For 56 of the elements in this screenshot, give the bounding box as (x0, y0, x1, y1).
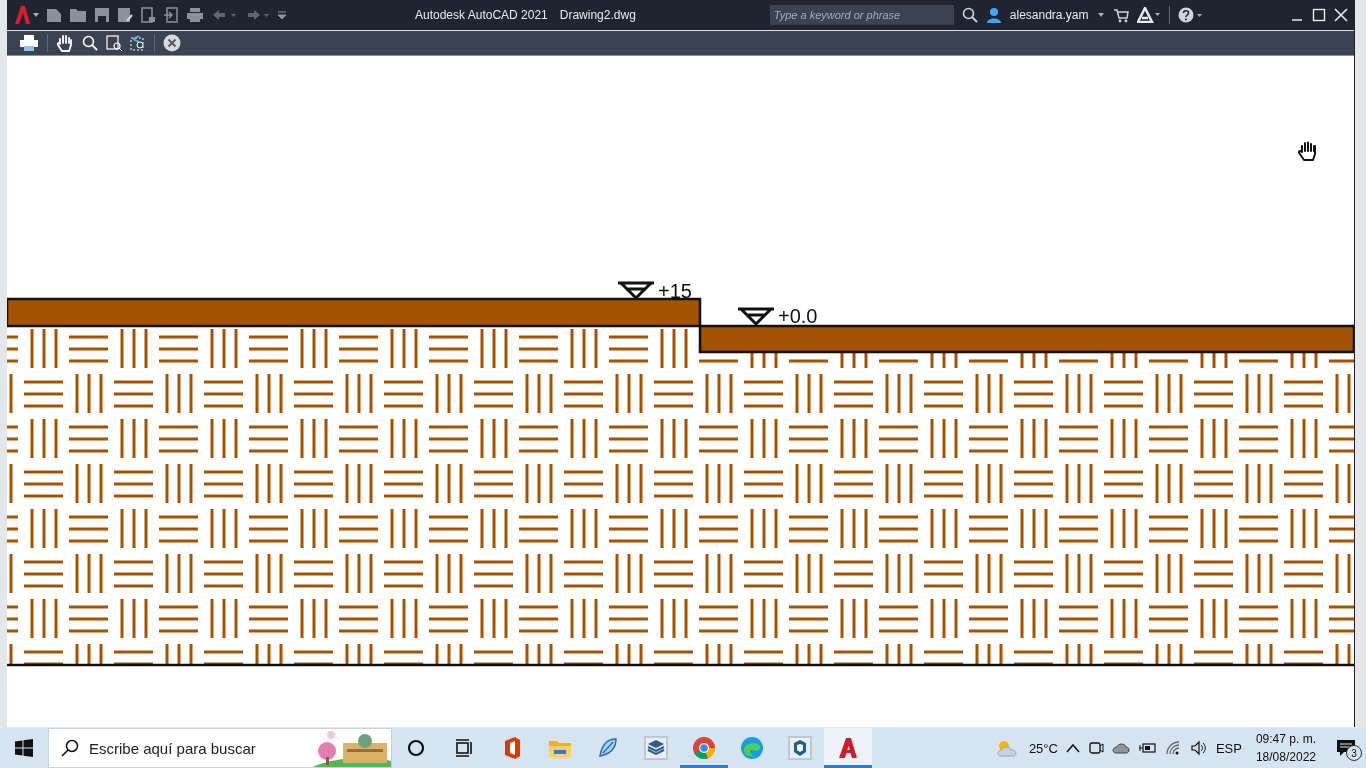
zoom-previous-icon[interactable] (130, 35, 146, 51)
palace-illustration-icon (313, 729, 391, 767)
open-folder-icon[interactable] (69, 7, 87, 23)
zoom-window-icon[interactable] (106, 35, 122, 51)
user-name[interactable]: alesandra.yam (1009, 8, 1089, 22)
print-icon[interactable] (19, 34, 39, 52)
clock-date: 18/08/2022 (1255, 749, 1316, 766)
app-title: Autodesk AutoCAD 2021 (415, 8, 548, 22)
level-marker-icon (616, 281, 656, 301)
camera-icon[interactable] (1087, 740, 1104, 756)
cart-icon[interactable] (1112, 7, 1129, 23)
help-icon[interactable] (1177, 7, 1204, 23)
level-label: +15 (658, 280, 692, 302)
notification-count: 3 (1346, 745, 1362, 761)
document-name: Drawing2.dwg (559, 8, 636, 22)
search-field[interactable]: Type a keyword or phrase (769, 5, 954, 25)
new-file-icon[interactable] (46, 7, 62, 23)
layers-icon[interactable] (644, 736, 668, 760)
pan-hand-icon[interactable] (56, 34, 74, 52)
autocad-icon[interactable] (836, 736, 860, 760)
office-icon[interactable] (502, 736, 522, 760)
chevron-up-icon[interactable] (1065, 743, 1080, 753)
circle-icon[interactable] (406, 738, 426, 758)
chrome-icon[interactable] (692, 736, 716, 760)
wifi-icon[interactable] (1163, 740, 1182, 756)
temperature[interactable]: 25°C (1028, 740, 1058, 756)
user-icon[interactable] (985, 7, 1002, 23)
folder-icon[interactable] (548, 738, 572, 758)
speaker-icon[interactable] (1189, 740, 1208, 756)
autodesk-a-icon[interactable] (1136, 7, 1161, 23)
battery-icon[interactable] (1137, 741, 1156, 755)
document-icon[interactable] (140, 7, 156, 23)
task-view-icon[interactable] (454, 738, 474, 758)
undo-icon[interactable] (211, 7, 237, 23)
save-icon[interactable] (94, 7, 110, 23)
windows-start-icon[interactable] (15, 739, 33, 757)
level-label: +0.0 (778, 305, 818, 327)
search-icon[interactable] (961, 7, 978, 23)
level-marker-icon (736, 307, 776, 327)
print-icon[interactable] (186, 7, 204, 23)
zoom-icon[interactable] (82, 35, 98, 51)
close-icon[interactable] (1334, 8, 1348, 22)
import-icon[interactable] (163, 7, 179, 23)
clock[interactable]: 09:47 p. m. 18/08/2022 (1255, 730, 1316, 766)
app-logo-icon[interactable] (13, 5, 39, 25)
taskbar-search-field[interactable]: Escribe aquí para buscar (48, 728, 392, 768)
close-circle-icon[interactable] (163, 34, 181, 52)
input-language[interactable]: ESP (1215, 740, 1242, 756)
cloud-icon[interactable] (1111, 741, 1130, 755)
search-input[interactable]: Escribe aquí para buscar (87, 738, 305, 758)
search-icon (61, 739, 79, 757)
save-as-icon[interactable] (117, 7, 133, 23)
maximize-icon[interactable] (1312, 8, 1326, 22)
clock-time: 09:47 p. m. (1255, 731, 1316, 748)
hand-cursor-icon (1297, 140, 1319, 162)
caret-icon[interactable] (1096, 11, 1105, 19)
